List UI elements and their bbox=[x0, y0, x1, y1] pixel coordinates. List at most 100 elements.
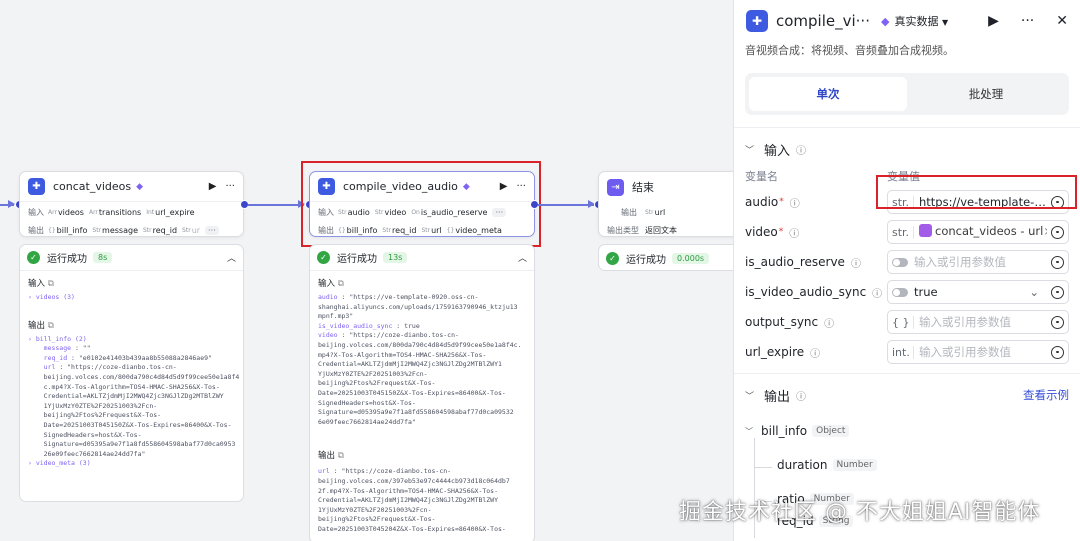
more-icon[interactable]: ··· bbox=[225, 181, 235, 192]
more-params[interactable]: ··· bbox=[205, 226, 219, 235]
result-line: url : "https://coze-dianbo.tos-cn- bbox=[318, 467, 452, 476]
chevron-up-icon[interactable]: ︿ bbox=[518, 251, 527, 264]
param-value: 输入或引用参数值 bbox=[914, 255, 1006, 269]
panel-description: 音视频合成：将视频、音频叠加合成视频。 bbox=[745, 44, 954, 57]
result-line: audio : "https://ve-template-0920.oss-cn… bbox=[318, 293, 479, 301]
param-chip: Arr videos bbox=[48, 208, 84, 217]
close-icon[interactable]: ✕ bbox=[1056, 13, 1068, 29]
remove-icon[interactable]: × bbox=[1043, 224, 1047, 238]
result-output-body: › bill_info (2) message : "" req_id : "e… bbox=[20, 335, 243, 469]
result-line: SignedHeaders=host&X-Tos- bbox=[318, 398, 416, 407]
node-inputs: 输入 Str audio Str video On is_audio_reserve … bbox=[310, 205, 534, 220]
workflow-canvas[interactable]: ✚ concat_videos ◆ ▶ ··· 输入 Arr videos Arr… bbox=[0, 0, 733, 541]
result-line: 1YjUxMzY0ZTE%2F20251003%2Fcn- bbox=[28, 401, 158, 410]
result-line: beijing.volces.com/800da790c4d84d5d9f99c… bbox=[318, 340, 522, 349]
tab-single[interactable]: 单次 bbox=[749, 77, 907, 111]
result-line: mp4?X-Tos-Algorithm=TOS4-HMAC-SHA256&X-T… bbox=[318, 350, 487, 359]
node-concat-videos[interactable]: ✚ concat_videos ◆ ▶ ··· 输入 Arr videos Arr… bbox=[19, 171, 244, 237]
chevron-up-icon[interactable]: ︿ bbox=[227, 251, 236, 264]
result-input-title: 输入 ⧉ bbox=[28, 279, 54, 289]
run-icon[interactable]: ▶ bbox=[209, 181, 217, 192]
duration-badge: 13s bbox=[383, 252, 408, 263]
result-line: Signature=d05395a9e7f1a8fd558604598abaf7… bbox=[318, 408, 514, 417]
param-row-video: video*ⓘ str. concat_videos - url × bbox=[734, 217, 1080, 247]
result-line: beijing.volces.com/800da790c4d84d5d9f99c… bbox=[28, 372, 240, 381]
result-output-body: url : "https://coze-dianbo.tos-cn-beijin… bbox=[310, 467, 534, 534]
success-check-icon: ✓ bbox=[606, 251, 619, 265]
result-line: is_video_audio_sync : true bbox=[318, 321, 420, 330]
more-icon[interactable]: ··· bbox=[516, 181, 526, 192]
result-line: Date=20251003T045204Z&X-Tos-Expires=8640… bbox=[318, 524, 506, 533]
reference-icon[interactable] bbox=[1051, 285, 1064, 299]
result-line: Date=20251003T045150Z&X-Tos-Expires=8640… bbox=[28, 420, 232, 429]
outputs-label: 输出 bbox=[28, 226, 44, 235]
result-line: beijing%2Ftos%2Frequest&X-Tos- bbox=[28, 411, 162, 420]
param-value-input[interactable]: { } 输入或引用参数值 bbox=[887, 310, 1069, 334]
result-line: SignedHeaders=host&X-Tos- bbox=[28, 430, 142, 439]
more-icon[interactable]: ··· bbox=[1021, 13, 1034, 29]
reference-icon[interactable] bbox=[1051, 345, 1064, 359]
param-value-input[interactable]: true ⌄ bbox=[887, 280, 1069, 304]
param-row-is-audio-reserve: is_audio_reserve ⓘ 输入或引用参数值 bbox=[734, 247, 1080, 277]
chevron-down-icon[interactable]: ﹀ bbox=[745, 426, 753, 437]
reference-icon[interactable] bbox=[1051, 225, 1064, 239]
run-result-panel: ✓ 运行成功 13s ︿ 输入 ⧉ audio : "https://ve-te… bbox=[309, 244, 535, 541]
node-test-panel: ✚ compile_vi··· ◆ 真实数据 ▼ ▶ ··· ✕ 音视频合成：将… bbox=[733, 0, 1080, 541]
node-inputs: 输入 Arr videos Arr transitions Int url_expir… bbox=[20, 205, 243, 220]
plugin-icon: ✚ bbox=[746, 10, 768, 32]
param-value-input[interactable]: 输入或引用参数值 bbox=[887, 250, 1069, 274]
tab-batch[interactable]: 批处理 bbox=[907, 77, 1065, 111]
reference-icon[interactable] bbox=[1051, 255, 1064, 269]
param-value-input[interactable]: str. concat_videos - url × bbox=[887, 220, 1069, 244]
result-line: beijing%2Ftos%2Frequest&X-Tos- bbox=[318, 379, 436, 388]
output-type-value: 返回文本 bbox=[645, 226, 677, 235]
outputs-label: 输出 bbox=[318, 226, 334, 235]
chevron-down-icon[interactable]: ⌄ bbox=[1029, 285, 1039, 299]
more-params[interactable]: ··· bbox=[492, 208, 507, 217]
watermark: 掘金技术社区 @ 不大姐姐AI智能体 bbox=[679, 500, 1041, 525]
run-icon[interactable]: ▶ bbox=[988, 13, 999, 29]
result-line: Credential=AKLTZjdmMjI2MWQ4Zjc3NGJlZDg2M… bbox=[318, 496, 499, 505]
toggle-switch[interactable] bbox=[892, 287, 908, 297]
input-section-header[interactable]: ﹀ 输入 ⓘ bbox=[734, 136, 1080, 162]
node-compile-video-audio[interactable]: ✚ compile_video_audio ◆ ▶ ··· 输入 Str audi… bbox=[309, 171, 535, 237]
data-mode-select[interactable]: 真实数据 ▼ bbox=[894, 13, 948, 29]
run-icon[interactable]: ▶ bbox=[500, 181, 508, 192]
view-example-link[interactable]: 查看示例 bbox=[1023, 387, 1069, 403]
duration-badge: 8s bbox=[93, 252, 113, 263]
result-line: message : "" bbox=[28, 344, 91, 353]
param-name: audio * ⓘ bbox=[745, 195, 800, 210]
param-value: 输入或引用参数值 bbox=[919, 345, 1011, 359]
inputs-label: 输入 bbox=[318, 208, 334, 217]
diamond-badge-icon: ◆ bbox=[462, 181, 470, 192]
node-title: compile_video_audio bbox=[343, 180, 458, 193]
param-row-is-video-audio-sync: is_video_audio_sync ⓘ true ⌄ bbox=[734, 277, 1080, 307]
node-outputs: 输出 {} bill_info Str req_id Str url {} video_… bbox=[310, 223, 534, 238]
param-chip: Str req_id bbox=[142, 226, 178, 235]
node-output-type: 输出类型 返回文本 bbox=[599, 223, 733, 238]
info-icon: ⓘ bbox=[796, 145, 807, 157]
reference-icon[interactable] bbox=[1051, 315, 1064, 329]
toggle-switch[interactable] bbox=[892, 257, 908, 267]
param-value-input[interactable]: int. 输入或引用参数值 bbox=[887, 340, 1069, 364]
result-line: 6e09feec7662814ae24dd7fa" bbox=[318, 417, 416, 426]
param-chip: On is_audio_reserve bbox=[411, 208, 488, 217]
connector-line bbox=[0, 201, 15, 207]
info-icon: ⓘ bbox=[872, 288, 883, 300]
type-label: str. bbox=[892, 225, 914, 239]
param-chip: Str ur bbox=[182, 226, 201, 235]
chevron-down-icon[interactable]: ﹀ bbox=[745, 389, 754, 402]
node-end[interactable]: ⇥ 结束 输出 Str url 输出类型 返回文本 bbox=[598, 171, 733, 237]
output-type-label: 输出类型 bbox=[607, 226, 639, 235]
output-section-header[interactable]: ﹀ 输出 ⓘ 查看示例 bbox=[734, 382, 1080, 408]
chevron-down-icon[interactable]: ﹀ bbox=[745, 143, 754, 156]
result-line: 1YjUxMzY0ZTE%2F20251003%2Fcn- bbox=[318, 505, 432, 514]
node-ref-icon bbox=[919, 224, 932, 238]
reference-chip[interactable]: concat_videos - url × bbox=[919, 224, 1047, 238]
output-field[interactable]: ﹀ bill_info Object bbox=[745, 414, 1080, 448]
param-chip: {} bill_info bbox=[48, 226, 88, 235]
run-result-panel: ✓ 运行成功 8s ︿ 输入 ⧉ › videos (3) 输出 ⧉ › bil… bbox=[19, 244, 244, 502]
connector-line bbox=[248, 201, 305, 207]
param-chip: Str url bbox=[421, 226, 442, 235]
result-line: req_id : "e0102e41403b439aa8b55088a2846a… bbox=[28, 353, 212, 362]
